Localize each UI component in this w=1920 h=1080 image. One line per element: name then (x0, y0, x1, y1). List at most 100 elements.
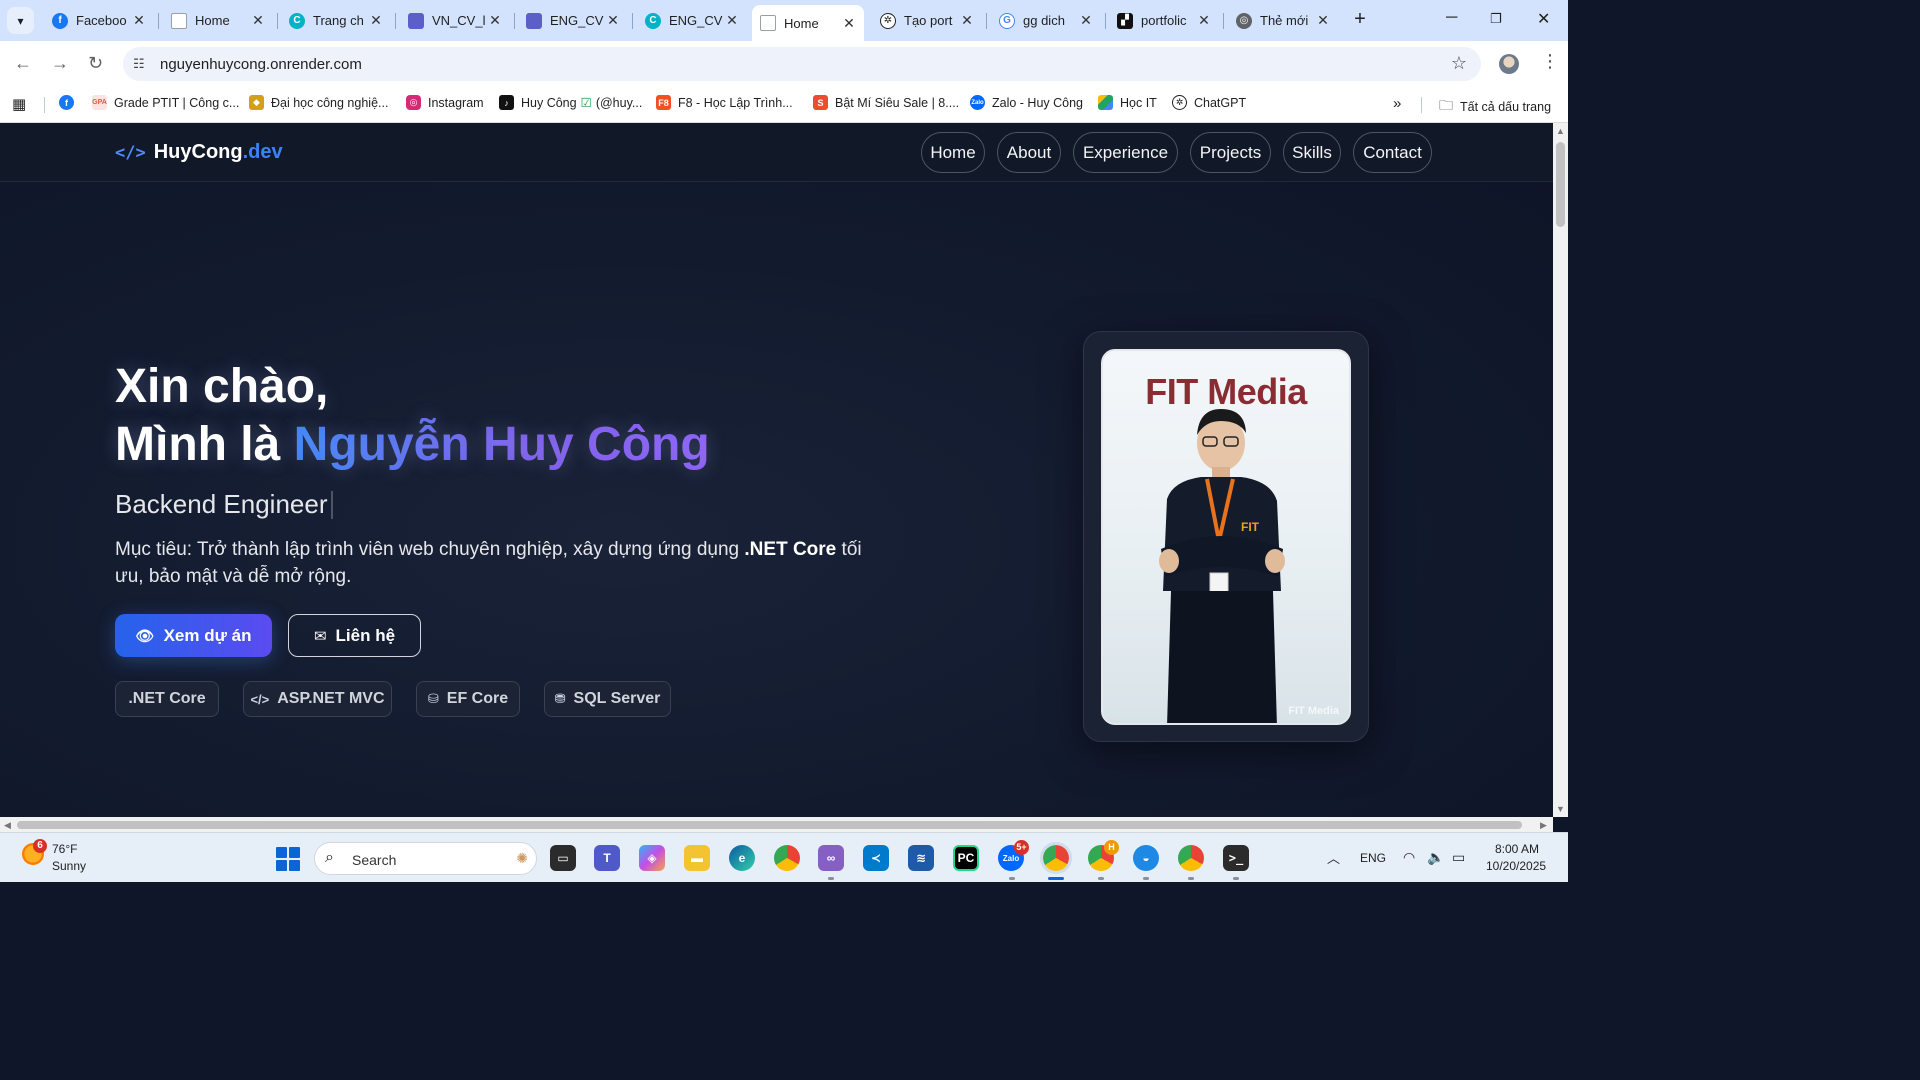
close-icon[interactable]: ✕ (1079, 12, 1093, 29)
reload-icon[interactable]: ↻ (88, 53, 103, 74)
bookmark-star-icon[interactable]: ☆ (1451, 53, 1467, 74)
restore-icon[interactable]: ❐ (1490, 11, 1502, 27)
tab-eng-cv-2[interactable]: C ENG_CV ✕ (637, 6, 747, 35)
tab-home-active[interactable]: Home ✕ (752, 5, 864, 41)
address-bar[interactable]: ☷ nguyenhuycong.onrender.com ☆ (123, 47, 1481, 81)
nav-projects[interactable]: Projects (1190, 132, 1271, 173)
bookmark-f8[interactable]: F8 F8 - Học Lập Trình... (656, 95, 793, 110)
site-logo[interactable]: </> HuyCong .dev (115, 141, 283, 164)
hero-greeting: Xin chào, (115, 360, 329, 413)
scroll-right-icon[interactable]: ▶ (1540, 820, 1547, 831)
clock-time[interactable]: 8:00 AM (1495, 842, 1539, 856)
weather-condition[interactable]: Sunny (52, 859, 86, 873)
weather-temperature[interactable]: 76°F (52, 842, 77, 856)
bookmark-shopee[interactable]: S Bật Mí Siêu Sale | 8.... (813, 95, 959, 110)
close-icon[interactable]: ✕ (251, 12, 265, 29)
close-icon[interactable]: ✕ (960, 12, 974, 29)
bookmark-dai-hoc[interactable]: ◆ Đại học công nghiệ... (249, 95, 388, 110)
active-indicator (1048, 877, 1064, 880)
nav-about[interactable]: About (997, 132, 1061, 173)
menu-icon[interactable]: ⋮ (1541, 51, 1559, 72)
horizontal-scrollbar[interactable]: ◀ ▶ (0, 817, 1553, 832)
scroll-up-icon[interactable]: ▲ (1556, 126, 1565, 136)
close-icon[interactable]: ✕ (725, 12, 739, 29)
nav-skills[interactable]: Skills (1283, 132, 1341, 173)
bookmark-tiktok[interactable]: ♪ Huy Công ☑ (@huy... (499, 95, 642, 110)
battery-icon[interactable]: ▭ (1452, 849, 1465, 866)
volume-icon[interactable]: 🔈 (1427, 849, 1444, 866)
bookmark-grade-ptit[interactable]: GPA Grade PTIT | Công c... (92, 95, 239, 110)
tray-chevron-icon[interactable]: ︿ (1327, 848, 1340, 867)
nav-contact[interactable]: Contact (1353, 132, 1432, 173)
taskbar-search[interactable]: ⌕ Search ✺ (314, 842, 537, 875)
vertical-scroll-thumb[interactable] (1556, 142, 1565, 227)
bookmark-instagram[interactable]: ◎ Instagram (406, 95, 484, 110)
back-icon[interactable]: ← (14, 53, 32, 74)
instagram-icon: ◎ (406, 95, 421, 110)
paint-icon: ▞ (1117, 12, 1133, 29)
tab-the-moi[interactable]: ◎ Thẻ mới ✕ (1228, 6, 1338, 35)
horizontal-scroll-thumb[interactable] (17, 821, 1522, 829)
view-projects-button[interactable]: 👁 Xem dự án (115, 614, 272, 657)
task-view-icon[interactable]: ▭ (550, 845, 576, 871)
chrome-profile-icon[interactable] (1040, 842, 1072, 874)
tab-vn-cv[interactable]: VN_CV_l ✕ (400, 6, 510, 35)
wifi-icon[interactable]: ◠ (1403, 849, 1415, 866)
contact-button[interactable]: ✉ Liên hệ (288, 614, 421, 657)
tab-facebook[interactable]: f Faceboo ✕ (44, 6, 154, 35)
tab-canva-trang-chu[interactable]: C Trang ch ✕ (281, 6, 391, 35)
minimize-icon[interactable]: ─ (1446, 9, 1457, 27)
tab-gg-dich[interactable]: G gg dich ✕ (991, 6, 1101, 35)
edge-icon[interactable]: e (729, 845, 755, 871)
vertical-scrollbar[interactable]: ▲ ▼ (1553, 123, 1568, 817)
visual-studio-icon[interactable]: ∞ (818, 845, 844, 871)
forward-icon[interactable]: → (51, 53, 69, 74)
close-icon[interactable]: ✕ (842, 15, 856, 32)
new-tab-button[interactable]: + (1350, 9, 1370, 30)
tab-home-1[interactable]: Home ✕ (163, 6, 273, 35)
terminal-icon[interactable]: >_ (1223, 845, 1249, 871)
more-bookmarks-icon[interactable]: » (1393, 95, 1401, 112)
windows-start-icon[interactable] (276, 847, 300, 871)
bookmark-zalo[interactable]: Zalo Zalo - Huy Công (970, 95, 1083, 110)
vscode-icon[interactable]: ≺ (863, 845, 889, 871)
bookmark-facebook[interactable]: f (59, 95, 81, 110)
close-icon[interactable]: ✕ (1197, 12, 1211, 29)
nav-home[interactable]: Home (921, 132, 985, 173)
close-icon[interactable]: ✕ (369, 12, 383, 29)
close-icon[interactable]: ✕ (488, 12, 502, 29)
file-explorer-icon[interactable]: ▬ (684, 845, 710, 871)
all-bookmarks-folder[interactable]: 🗀 Tất cả dấu trang (1439, 95, 1551, 119)
url-text[interactable]: nguyenhuycong.onrender.com (160, 56, 362, 73)
docker-icon[interactable]: ◒ (1133, 845, 1159, 871)
copilot-icon[interactable]: ◈ (639, 845, 665, 871)
close-icon[interactable]: ✕ (1316, 12, 1330, 29)
tab-tao-portfolio[interactable]: ✲ Tạo port ✕ (872, 6, 982, 35)
tab-search-dropdown-icon[interactable]: ▾ (7, 7, 34, 34)
sql-server-icon[interactable]: ≋ (908, 845, 934, 871)
openai-icon: ✲ (1172, 95, 1187, 110)
chrome-profile-2-icon[interactable] (1178, 845, 1204, 871)
profile-photo: FIT Media FIT FIT Media (1101, 349, 1351, 725)
close-icon[interactable]: ✕ (606, 12, 620, 29)
checkmark-icon: ☑ (580, 96, 592, 110)
canva-icon: C (289, 12, 305, 29)
hero-role: Backend Engineer (115, 489, 328, 519)
tab-portfolio[interactable]: ▞ portfolic ✕ (1109, 6, 1219, 35)
bookmark-hoc-it[interactable]: Học IT (1098, 95, 1157, 110)
apps-grid-icon[interactable]: ▦ (12, 95, 26, 113)
close-icon[interactable]: ✕ (132, 12, 146, 29)
language-indicator[interactable]: ENG (1360, 851, 1386, 865)
bookmark-chatgpt[interactable]: ✲ ChatGPT (1172, 95, 1246, 110)
teams-icon[interactable]: T (594, 845, 620, 871)
window-close-icon[interactable]: ✕ (1537, 9, 1550, 29)
nav-experience[interactable]: Experience (1073, 132, 1178, 173)
chrome-icon[interactable] (774, 845, 800, 871)
pycharm-icon[interactable]: PC (953, 845, 979, 871)
tab-eng-cv-1[interactable]: ENG_CV ✕ (518, 6, 628, 35)
clock-date[interactable]: 10/20/2025 (1486, 859, 1546, 873)
profile-avatar[interactable] (1499, 54, 1519, 74)
site-info-icon[interactable]: ☷ (133, 56, 149, 72)
scroll-left-icon[interactable]: ◀ (4, 820, 11, 831)
scroll-down-icon[interactable]: ▼ (1556, 804, 1565, 814)
